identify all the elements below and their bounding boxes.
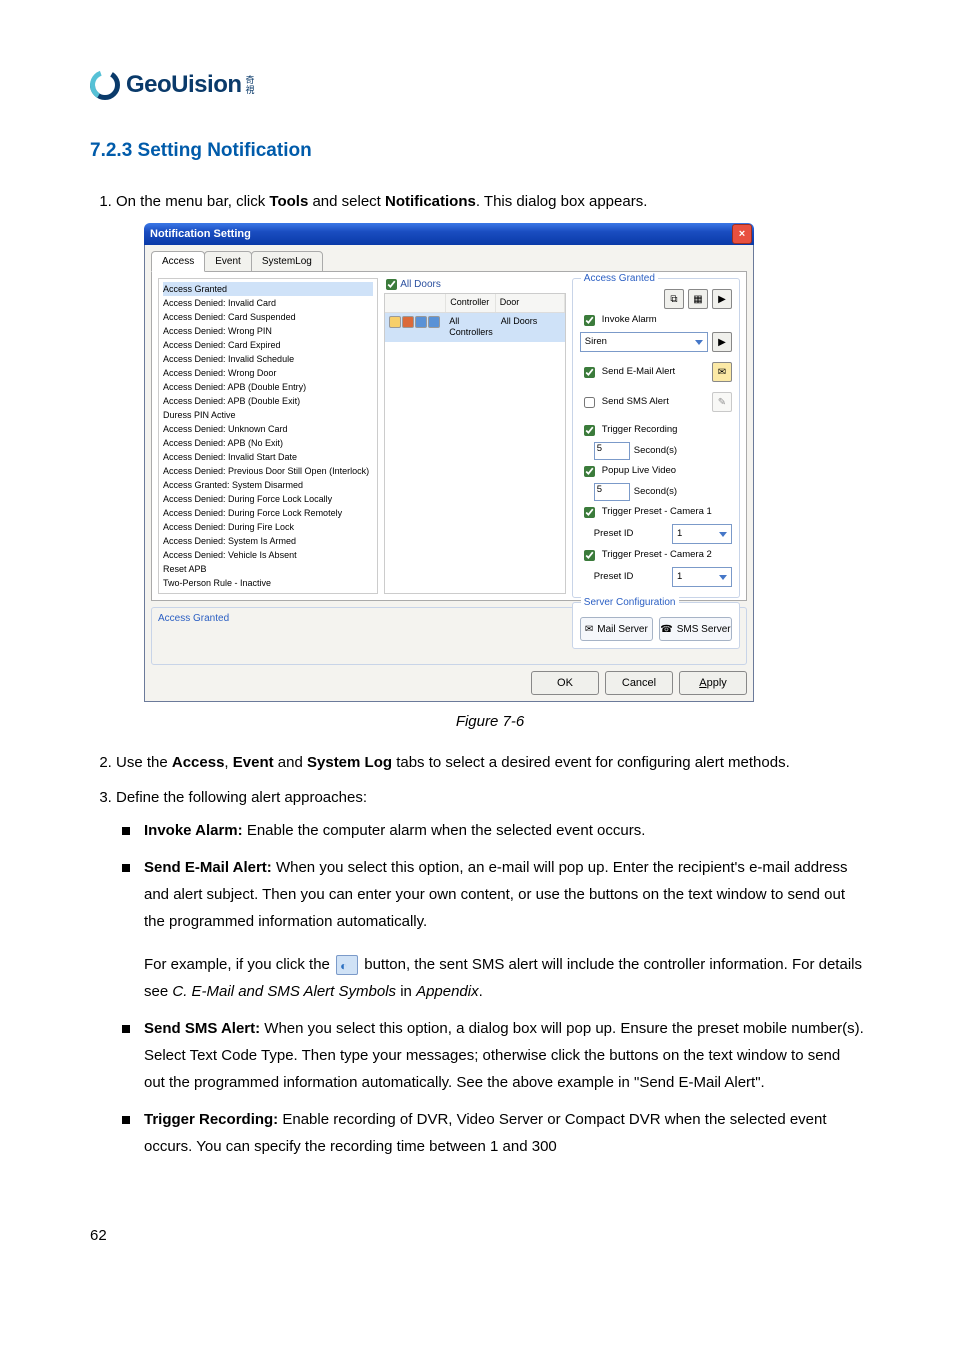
controller-info-icon	[336, 955, 358, 975]
group-legend: Access Granted	[581, 272, 658, 285]
list-item[interactable]: Access Denied: Invalid Card	[163, 296, 373, 310]
popup-seconds-input[interactable]: 5	[594, 483, 630, 501]
list-item[interactable]: Access Denied: APB (No Exit)	[163, 436, 373, 450]
bullet-trigger-recording: Trigger Recording: Enable recording of D…	[144, 1106, 864, 1160]
sms-server-button[interactable]: ☎ SMS Server	[659, 617, 732, 641]
logo-mark-icon	[90, 70, 120, 100]
send-email-checkbox[interactable]	[584, 367, 595, 378]
popup-video-checkbox[interactable]	[584, 466, 595, 477]
alarm-sound-dropdown[interactable]: Siren	[580, 332, 708, 352]
copy-icon[interactable]: ⧉	[664, 289, 684, 309]
mail-icon: ✉	[585, 623, 593, 636]
list-item[interactable]: Two-Person Rule - Active	[163, 590, 373, 594]
list-item[interactable]: Access Denied: Card Suspended	[163, 310, 373, 324]
list-item[interactable]: Access Denied: Wrong PIN	[163, 324, 373, 338]
list-item[interactable]: Access Denied: APB (Double Entry)	[163, 380, 373, 394]
preset-cam2-checkbox[interactable]	[584, 550, 595, 561]
list-item[interactable]: Access Denied: During Fire Lock	[163, 520, 373, 534]
bullet-invoke-alarm: Invoke Alarm: Enable the computer alarm …	[144, 817, 864, 844]
list-item[interactable]: Access Denied: Invalid Start Date	[163, 450, 373, 464]
dialog-titlebar: Notification Setting ×	[144, 223, 754, 245]
list-item[interactable]: Two-Person Rule - Inactive	[163, 576, 373, 590]
notification-dialog: Notification Setting × Access Event Syst…	[144, 223, 754, 702]
device-icon	[428, 316, 440, 328]
list-item[interactable]: Access Denied: Invalid Schedule	[163, 352, 373, 366]
list-item[interactable]: Access Denied: During Force Lock Locally	[163, 492, 373, 506]
email-config-icon[interactable]: ✉	[712, 362, 732, 382]
logo-ideogram-icon: 奇視	[246, 75, 255, 95]
list-item[interactable]: Duress PIN Active	[163, 408, 373, 422]
brand-logo: GeoUision 奇視	[90, 70, 864, 100]
list-item[interactable]: Access Granted	[163, 282, 373, 296]
list-item[interactable]: Access Granted: System Disarmed	[163, 478, 373, 492]
list-item[interactable]: Access Denied: APB (Double Exit)	[163, 394, 373, 408]
preset2-dropdown[interactable]: 1	[672, 567, 732, 587]
play-icon[interactable]: ▶	[712, 289, 732, 309]
apply-button[interactable]: Apply	[679, 671, 747, 695]
device-icon	[402, 316, 414, 328]
preset1-dropdown[interactable]: 1	[672, 524, 732, 544]
list-item[interactable]: Access Denied: Wrong Door	[163, 366, 373, 380]
server-config-group: Server Configuration ✉ Mail Server ☎ SMS…	[572, 602, 740, 649]
list-item[interactable]: Access Denied: Unknown Card	[163, 422, 373, 436]
event-list[interactable]: Access Granted Access Denied: Invalid Ca…	[158, 278, 378, 594]
tab-systemlog[interactable]: SystemLog	[251, 251, 323, 272]
sms-config-icon[interactable]: ✎	[712, 392, 732, 412]
cancel-button[interactable]: Cancel	[605, 671, 673, 695]
list-item[interactable]: Reset APB	[163, 562, 373, 576]
list-item[interactable]: Access Denied: System Is Armed	[163, 534, 373, 548]
figure-caption: Figure 7-6	[116, 708, 864, 735]
device-icon	[415, 316, 427, 328]
access-granted-group: Access Granted ⧉ ▦ ▶ Invoke Alarm	[572, 278, 740, 598]
mail-server-button[interactable]: ✉ Mail Server	[580, 617, 653, 641]
tab-access[interactable]: Access	[151, 251, 205, 272]
invoke-alarm-checkbox[interactable]	[584, 315, 595, 326]
column-controller: Controller	[446, 294, 496, 312]
ok-button[interactable]: OK	[531, 671, 599, 695]
tab-event[interactable]: Event	[204, 251, 252, 272]
page-number: 62	[90, 1227, 107, 1244]
doors-table: Controller Door	[384, 293, 566, 594]
all-doors-checkbox[interactable]: All Doors	[386, 278, 566, 291]
preset-cam1-checkbox[interactable]	[584, 507, 595, 518]
close-icon[interactable]: ×	[732, 224, 752, 244]
device-icon	[389, 316, 401, 328]
table-row[interactable]: All Controllers All Doors	[385, 313, 565, 342]
bullet-send-email: Send E-Mail Alert: When you select this …	[144, 854, 864, 1005]
dialog-title: Notification Setting	[150, 227, 251, 241]
trigger-recording-checkbox[interactable]	[584, 425, 595, 436]
logo-text: GeoUision	[126, 71, 242, 99]
bullet-send-sms: Send SMS Alert: When you select this opt…	[144, 1015, 864, 1096]
play-sound-icon[interactable]: ▶	[712, 332, 732, 352]
list-item[interactable]: Access Denied: During Force Lock Remotel…	[163, 506, 373, 520]
column-door: Door	[496, 294, 565, 312]
send-sms-checkbox[interactable]	[584, 397, 595, 408]
list-item[interactable]: Access Denied: Vehicle Is Absent	[163, 548, 373, 562]
step-2: Use the Access, Event and System Log tab…	[116, 749, 864, 776]
tool-icon[interactable]: ▦	[688, 289, 708, 309]
section-heading: 7.2.3 Setting Notification	[90, 140, 864, 162]
list-item[interactable]: Access Denied: Previous Door Still Open …	[163, 464, 373, 478]
step-3: Define the following alert approaches: I…	[116, 784, 864, 1160]
recording-seconds-input[interactable]: 5	[594, 442, 630, 460]
phone-icon: ☎	[660, 623, 672, 636]
list-item[interactable]: Access Denied: Card Expired	[163, 338, 373, 352]
step-1: On the menu bar, click Tools and select …	[116, 188, 864, 735]
